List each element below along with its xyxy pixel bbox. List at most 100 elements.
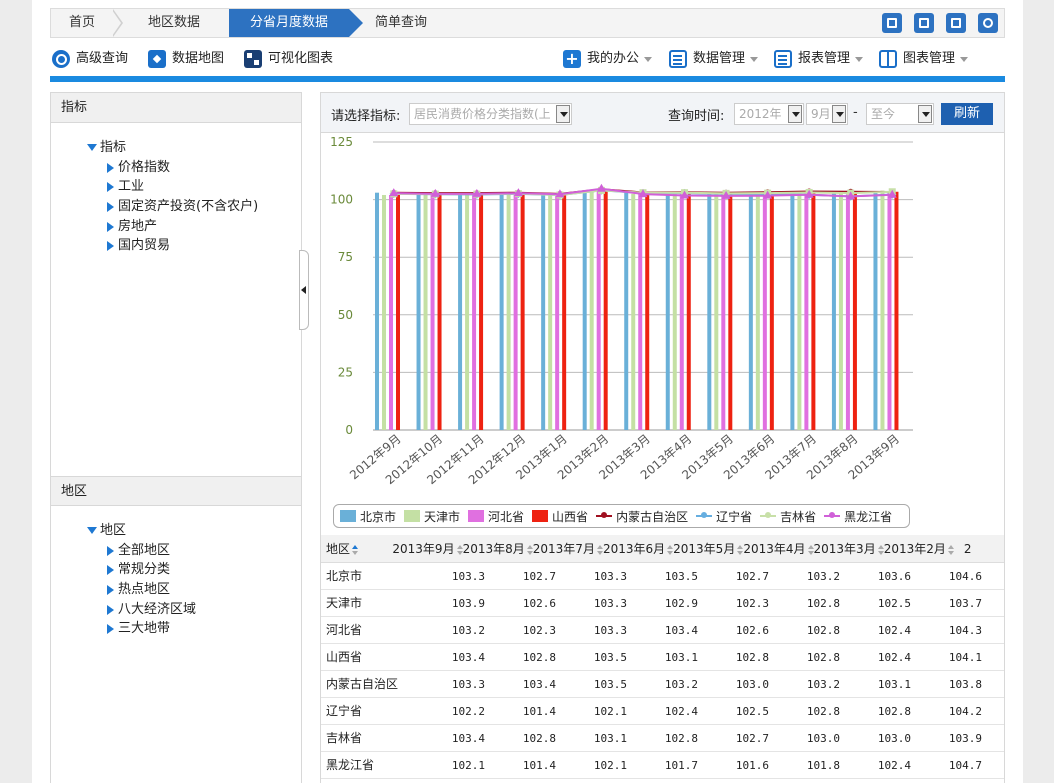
value-cell: 103.3: [451, 570, 485, 583]
legend-item[interactable]: 河北省: [468, 508, 524, 525]
tree-node-domestic-trade[interactable]: 国内贸易: [87, 236, 258, 256]
legend-item[interactable]: 天津市: [404, 508, 460, 525]
year-select[interactable]: 2012年: [734, 103, 804, 125]
tree-node-three-belts[interactable]: 三大地带: [87, 619, 196, 639]
value-cell: 101.8: [806, 759, 840, 772]
bar: [887, 192, 892, 430]
nav-simple-query-link[interactable]: 简单查询: [361, 9, 441, 37]
column-header[interactable]: 2013年4月: [743, 535, 814, 563]
bar: [845, 194, 850, 430]
legend-label: 天津市: [424, 509, 461, 524]
table-header: 地区 2013年9月 2013年8月 2013年7月 2013年6月 2013年5月 201…: [321, 535, 1004, 563]
nav-province-monthly-tab[interactable]: 分省月度数据: [229, 9, 363, 37]
print-icon[interactable]: [946, 13, 966, 33]
month-select[interactable]: 9月: [806, 103, 848, 125]
value-cell: 101.6: [735, 759, 769, 772]
indicator-tree: 指标 价格指数 工业 固定资产投资(不含农户) 房地产 国内贸易: [87, 138, 258, 256]
column-header[interactable]: 2013年8月: [463, 535, 533, 563]
tree-node-all-regions[interactable]: 全部地区: [87, 541, 196, 561]
data-mgmt-menu[interactable]: 数据管理: [669, 48, 759, 70]
legend-label: 河北省: [488, 509, 525, 524]
legend-item[interactable]: 吉林省: [760, 508, 816, 525]
legend-item[interactable]: 北京市: [340, 508, 396, 525]
bar: [645, 194, 650, 430]
table-row[interactable]: 黑龙江省 102.1 101.4 102.1 101.7 101.6 101.8 102.4 1…: [321, 752, 1004, 779]
bar: [382, 194, 386, 430]
tree-node-region-root[interactable]: 地区: [87, 521, 196, 541]
legend-item[interactable]: 内蒙古自治区: [596, 508, 688, 525]
tree-node-hot-regions[interactable]: 热点地区: [87, 580, 196, 600]
tree-node-label: 全部地区: [118, 542, 171, 558]
tree-node-label: 八大经济区域: [118, 601, 197, 617]
table-row[interactable]: 天津市 103.9 102.6 103.3 102.9 102.3 102.8 102.5 10…: [321, 590, 1004, 617]
collapse-panel-handle[interactable]: [299, 250, 309, 330]
column-header[interactable]: 2013年9月: [392, 535, 463, 563]
table-row[interactable]: 吉林省 103.4 102.8 103.1 102.8 102.7 103.0 103.0 10…: [321, 725, 1004, 752]
bar: [728, 193, 733, 430]
report-mgmt-menu[interactable]: 报表管理: [774, 48, 864, 70]
legend-item[interactable]: 黑龙江省: [824, 508, 892, 525]
tool-row: 高级查询 数据地图 可视化图表 我的办公 数据管理 报表管理 图表管理: [50, 40, 1005, 76]
region-panel-title: 地区: [51, 476, 301, 506]
tree-node-price-index[interactable]: 价格指数: [87, 158, 258, 178]
advanced-query-button[interactable]: 高级查询: [52, 48, 128, 70]
bar: [430, 194, 435, 430]
column-header[interactable]: 2013年7月: [533, 535, 603, 563]
column-header[interactable]: 2013年6月: [603, 535, 674, 563]
indicator-select[interactable]: 居民消费价格分类指数(上: [409, 103, 572, 125]
nav-area-data-link[interactable]: 地区数据: [129, 9, 219, 37]
visual-chart-button[interactable]: 可视化图表: [244, 48, 333, 70]
value-cell: 103.9: [451, 597, 485, 610]
legend-swatch: [696, 512, 713, 518]
data-map-button[interactable]: 数据地图: [148, 48, 224, 70]
legend-label: 北京市: [360, 509, 397, 524]
bar: [797, 191, 802, 430]
value-cell: 102.6: [735, 624, 769, 637]
tree-node-economic-zones[interactable]: 八大经济区域: [87, 600, 196, 620]
bar: [472, 194, 477, 430]
chart-icon: [244, 50, 262, 68]
tree-node-indicator-root[interactable]: 指标: [87, 138, 258, 158]
bar: [423, 194, 428, 430]
legend-swatch: [596, 512, 613, 518]
column-header[interactable]: 2013年5月: [673, 535, 744, 563]
legend-swatch: [340, 510, 356, 522]
refresh-button[interactable]: 刷新: [941, 103, 993, 125]
value-cell: 103.5: [664, 570, 698, 583]
table-row[interactable]: 山西省 103.4 102.8 103.5 103.1 102.8 102.8 102.4 10…: [321, 644, 1004, 671]
breadcrumb-separator: [112, 9, 123, 37]
table-row[interactable]: 内蒙古自治区 103.3 103.4 103.5 103.2 103.0 103.2 103.…: [321, 671, 1004, 698]
indicator-label: 请选择指标:: [331, 109, 401, 124]
column-header-region[interactable]: 地区: [321, 535, 392, 563]
table-row[interactable]: 辽宁省 102.2 101.4 102.1 102.4 102.5 102.8 102.8 10…: [321, 698, 1004, 725]
tree-node-industry[interactable]: 工业: [87, 177, 258, 197]
value-cell: 102.8: [806, 624, 840, 637]
share-icon[interactable]: [978, 13, 998, 33]
column-header-label: 2: [963, 542, 972, 556]
bar: [769, 192, 774, 430]
legend-item[interactable]: 山西省: [532, 508, 588, 525]
chart-mgmt-menu[interactable]: 图表管理: [879, 48, 969, 70]
my-office-menu[interactable]: 我的办公: [563, 48, 653, 70]
download-icon[interactable]: [882, 13, 902, 33]
export-icon[interactable]: [914, 13, 934, 33]
visual-chart-label: 可视化图表: [268, 51, 334, 66]
tree-node-fixed-assets[interactable]: 固定资产投资(不含农户): [87, 197, 258, 217]
tree-node-label: 工业: [118, 179, 145, 195]
value-cell: 103.3: [593, 597, 627, 610]
nav-home-link[interactable]: 首页: [51, 9, 113, 37]
column-header[interactable]: 2: [954, 535, 1004, 563]
legend-item[interactable]: 辽宁省: [696, 508, 752, 525]
bar: [721, 193, 726, 430]
tree-node-regular[interactable]: 常规分类: [87, 560, 196, 580]
column-header[interactable]: 2013年2月: [884, 535, 954, 563]
value-cell: 102.8: [877, 705, 911, 718]
table-row[interactable]: 北京市 103.3 102.7 103.3 103.5 102.7 103.2 103.6 10…: [321, 563, 1004, 590]
bar: [852, 193, 857, 430]
end-time-select[interactable]: 至今: [866, 103, 934, 125]
tree-node-real-estate[interactable]: 房地产: [87, 217, 258, 237]
value-cell: 103.5: [593, 651, 627, 664]
column-header[interactable]: 2013年3月: [814, 535, 884, 563]
value-cell: 102.8: [664, 732, 698, 745]
table-row[interactable]: 河北省 103.2 102.3 103.3 103.4 102.6 102.8 102.4 10…: [321, 617, 1004, 644]
